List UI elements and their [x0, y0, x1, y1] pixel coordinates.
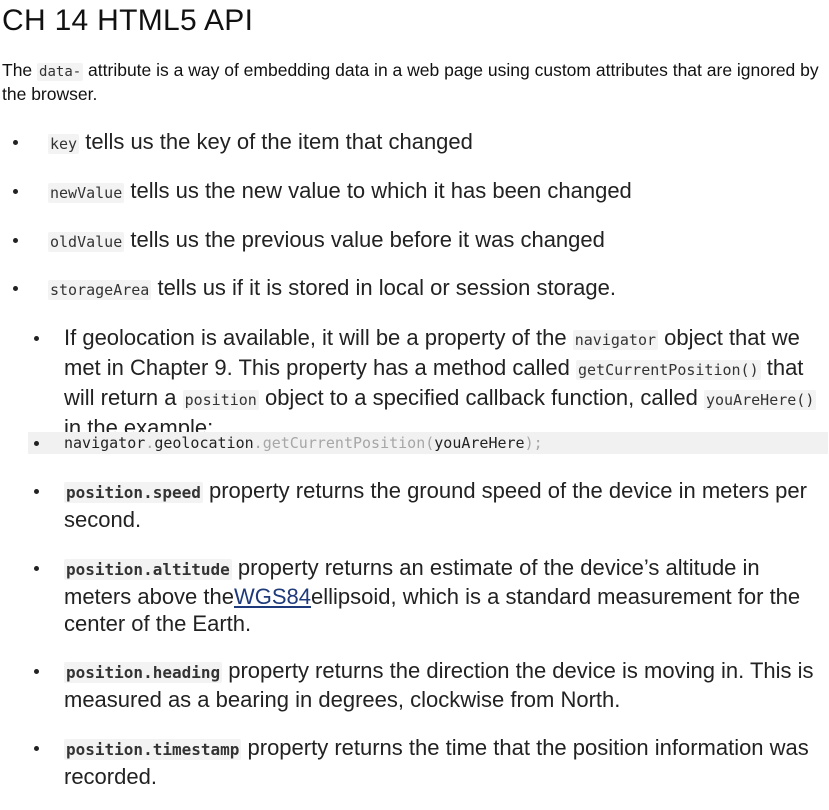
code-getcurrentposition: getCurrentPosition() [575, 360, 761, 380]
list-item-storagearea: storageArea tells us if it is stored in … [0, 275, 829, 303]
bullet-icon [13, 238, 18, 243]
code-youarehere: youAreHere() [704, 390, 817, 410]
bullet-icon [13, 189, 18, 194]
intro-text-pre: The [2, 60, 38, 80]
intro-code-data-attr: data- [37, 63, 84, 81]
code-position: position [182, 390, 259, 410]
code-storagearea: storageArea [48, 280, 152, 300]
bullet-icon [34, 336, 39, 341]
geo-text-1: If geolocation is available, it will be … [64, 325, 573, 350]
code-method: getCurrentPosition [262, 434, 426, 452]
code-oldvalue: oldValue [48, 232, 125, 252]
text-newvalue: tells us the new value to which it has b… [124, 178, 632, 203]
bullet-icon [13, 140, 18, 145]
code-arg: youAreHere [434, 434, 525, 452]
code-obj: navigator [64, 434, 146, 452]
code-newvalue: newValue [48, 183, 125, 203]
bullet-icon [34, 489, 39, 494]
bullet-icon [34, 566, 39, 571]
list-item-oldvalue: oldValue tells us the previous value bef… [0, 227, 829, 255]
code-position-altitude: position.altitude [64, 559, 232, 580]
wgs84-link[interactable]: WGS84 [234, 584, 311, 609]
code-navigator: navigator [572, 330, 659, 350]
code-dot-2: . [253, 434, 263, 452]
code-position-speed: position.speed [64, 482, 203, 503]
code-position-heading: position.heading [64, 662, 223, 683]
list-item-key: key tells us the key of the item that ch… [0, 129, 829, 157]
bullet-icon [13, 286, 18, 291]
code-prop: geolocation [154, 434, 254, 452]
text-key: tells us the key of the item that change… [79, 129, 473, 154]
list-item-newvalue: newValue tells us the new value to which… [0, 178, 829, 206]
text-oldvalue: tells us the previous value before it wa… [124, 227, 605, 252]
bullet-icon [34, 441, 39, 446]
code-key: key [48, 134, 80, 154]
intro-paragraph: The data- attribute is a way of embeddin… [2, 59, 824, 105]
code-position-timestamp: position.timestamp [64, 739, 242, 760]
code-close-paren: ); [524, 434, 543, 452]
geo-text-4: object to a specified callback function,… [258, 385, 704, 410]
bullet-icon [34, 746, 39, 751]
intro-text-post: attribute is a way of embedding data in … [2, 60, 819, 104]
code-example: navigator.geolocation.getCurrentPosition… [28, 432, 828, 454]
bullet-icon [34, 669, 39, 674]
page-title: CH 14 HTML5 API [2, 4, 254, 37]
code-dot-1: . [145, 434, 155, 452]
code-open-paren: ( [425, 434, 435, 452]
text-storagearea: tells us if it is stored in local or ses… [151, 275, 616, 300]
